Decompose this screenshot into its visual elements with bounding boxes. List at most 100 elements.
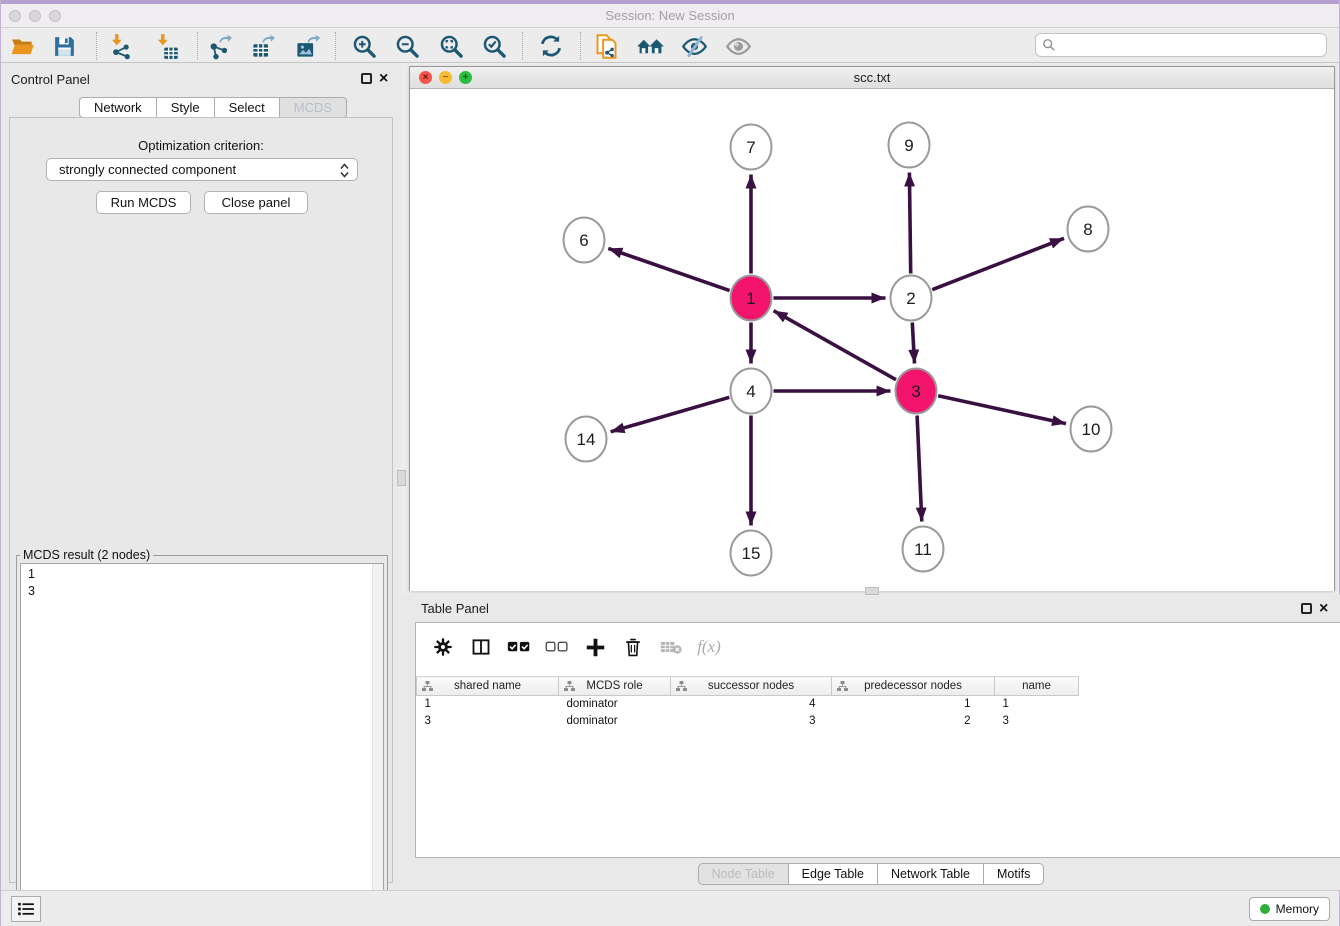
- import-network-button[interactable]: [103, 31, 137, 61]
- cell-MCDS-role[interactable]: dominator: [559, 713, 671, 730]
- zoom-fit-button[interactable]: [434, 31, 468, 61]
- splitter-grip-vertical[interactable]: [397, 470, 406, 486]
- mcds-result-line: 1: [28, 566, 383, 583]
- select-all-columns-button[interactable]: [500, 631, 538, 663]
- svg-text:1: 1: [746, 289, 755, 308]
- graph-node-9[interactable]: 9: [889, 123, 930, 168]
- graph-edge-4-14[interactable]: [611, 397, 730, 432]
- open-session-button[interactable]: [6, 31, 40, 61]
- column-header-predecessor-nodes[interactable]: predecessor nodes: [832, 677, 995, 696]
- toolbar-separator: [197, 32, 198, 60]
- graph-edge-2-8[interactable]: [932, 238, 1064, 289]
- graph-edge-3-10[interactable]: [938, 396, 1066, 424]
- refresh-icon: [538, 33, 564, 59]
- zoom-in-button[interactable]: [347, 31, 381, 61]
- show-columns-button[interactable]: [462, 631, 500, 663]
- selected-criterion: strongly connected component: [59, 162, 236, 177]
- add-column-button[interactable]: [576, 631, 614, 663]
- graph-node-6[interactable]: 6: [564, 218, 605, 263]
- toolbar-separator: [580, 32, 581, 60]
- tab-motifs[interactable]: Motifs: [984, 863, 1044, 885]
- network-canvas[interactable]: 7 9 6 8 1 2 4 3 14 10 15 11: [410, 89, 1334, 591]
- cell-successor-nodes[interactable]: 4: [671, 696, 832, 713]
- zoom-out-icon: [394, 33, 421, 60]
- window-title: Session: New Session: [1, 8, 1339, 23]
- graph-node-11[interactable]: 11: [903, 527, 944, 572]
- table-panel-tabs: Node TableEdge TableNetwork TableMotifs: [401, 863, 1340, 885]
- cell-predecessor-nodes[interactable]: 2: [832, 713, 995, 730]
- svg-text:14: 14: [577, 430, 596, 449]
- memory-status-dot: [1260, 904, 1270, 914]
- table-settings-button[interactable]: [424, 631, 462, 663]
- graph-edge-2-3[interactable]: [912, 323, 914, 364]
- graph-node-14[interactable]: 14: [566, 417, 607, 462]
- graph-node-2[interactable]: 2: [891, 276, 932, 321]
- tab-select[interactable]: Select: [215, 97, 280, 118]
- cell-name[interactable]: 1: [995, 696, 1079, 713]
- mcds-result-textarea[interactable]: 13: [20, 563, 384, 921]
- graph-node-3[interactable]: 3: [896, 369, 937, 414]
- control-panel: Control Panel × NetworkStyleSelectMCDS O…: [1, 63, 401, 890]
- graph-node-15[interactable]: 15: [731, 531, 772, 576]
- tab-node-table[interactable]: Node Table: [698, 863, 789, 885]
- cell-name[interactable]: 3: [995, 713, 1079, 730]
- graph-node-1[interactable]: 1: [731, 276, 772, 321]
- delete-column-button[interactable]: [614, 631, 652, 663]
- svg-text:3: 3: [911, 382, 920, 401]
- tab-style[interactable]: Style: [157, 97, 215, 118]
- export-network-button[interactable]: [203, 31, 237, 61]
- cell-shared-name[interactable]: 3: [417, 713, 559, 730]
- show-all-networks-button[interactable]: [633, 31, 667, 61]
- graph-node-8[interactable]: 8: [1068, 207, 1109, 252]
- cell-successor-nodes[interactable]: 3: [671, 713, 832, 730]
- export-table-button[interactable]: [246, 31, 280, 61]
- import-network-icon: [107, 33, 134, 60]
- svg-text:4: 4: [746, 382, 755, 401]
- list-icon: [17, 902, 35, 916]
- refresh-layout-button[interactable]: [534, 31, 568, 61]
- network-window-titlebar[interactable]: × − + scc.txt: [410, 67, 1334, 89]
- hide-selected-button[interactable]: [677, 31, 711, 61]
- clone-network-button[interactable]: [589, 31, 623, 61]
- run-mcds-button[interactable]: Run MCDS: [96, 191, 191, 214]
- graph-edge-3-1[interactable]: [774, 311, 896, 380]
- cell-MCDS-role[interactable]: dominator: [559, 696, 671, 713]
- scrollbar[interactable]: [372, 564, 383, 920]
- zoom-out-button[interactable]: [390, 31, 424, 61]
- graph-node-4[interactable]: 4: [731, 369, 772, 414]
- search-input[interactable]: [1056, 38, 1306, 52]
- tab-network[interactable]: Network: [79, 97, 157, 118]
- close-panel-button-mcds[interactable]: Close panel: [204, 191, 308, 214]
- close-table-panel-button[interactable]: ×: [1319, 603, 1328, 614]
- task-history-button[interactable]: [11, 896, 41, 922]
- deselect-all-columns-button[interactable]: [538, 631, 576, 663]
- export-image-button[interactable]: [290, 31, 324, 61]
- network-view-window: × − + scc.txt 7 9 6 8 1 2 4 3 14 10 15 11: [409, 66, 1335, 591]
- graph-edge-2-9[interactable]: [909, 173, 910, 274]
- cell-shared-name[interactable]: 1: [417, 696, 559, 713]
- import-table-button[interactable]: [149, 31, 183, 61]
- table-row[interactable]: 1dominator411: [417, 696, 1079, 713]
- graph-node-10[interactable]: 10: [1071, 407, 1112, 452]
- tab-mcds[interactable]: MCDS: [280, 97, 347, 118]
- show-hidden-button[interactable]: [721, 31, 755, 61]
- close-panel-button[interactable]: ×: [379, 73, 388, 84]
- zoom-selected-button[interactable]: [477, 31, 511, 61]
- float-panel-button[interactable]: [361, 73, 372, 84]
- column-header-MCDS-role[interactable]: MCDS role: [559, 677, 671, 696]
- memory-button[interactable]: Memory: [1249, 897, 1330, 921]
- tab-network-table[interactable]: Network Table: [878, 863, 984, 885]
- table-row[interactable]: 3dominator323: [417, 713, 1079, 730]
- graph-edge-1-6[interactable]: [608, 248, 729, 290]
- cell-predecessor-nodes[interactable]: 1: [832, 696, 995, 713]
- splitter-grip-horizontal[interactable]: [865, 587, 879, 595]
- tab-edge-table[interactable]: Edge Table: [789, 863, 878, 885]
- optimization-criterion-select[interactable]: strongly connected component: [46, 158, 358, 181]
- column-header-name[interactable]: name: [995, 677, 1079, 696]
- column-header-successor-nodes[interactable]: successor nodes: [671, 677, 832, 696]
- graph-edge-3-11[interactable]: [917, 416, 922, 522]
- column-header-shared-name[interactable]: shared name: [417, 677, 559, 696]
- save-session-button[interactable]: [47, 31, 81, 61]
- graph-node-7[interactable]: 7: [731, 125, 772, 170]
- float-table-panel-button[interactable]: [1301, 603, 1312, 614]
